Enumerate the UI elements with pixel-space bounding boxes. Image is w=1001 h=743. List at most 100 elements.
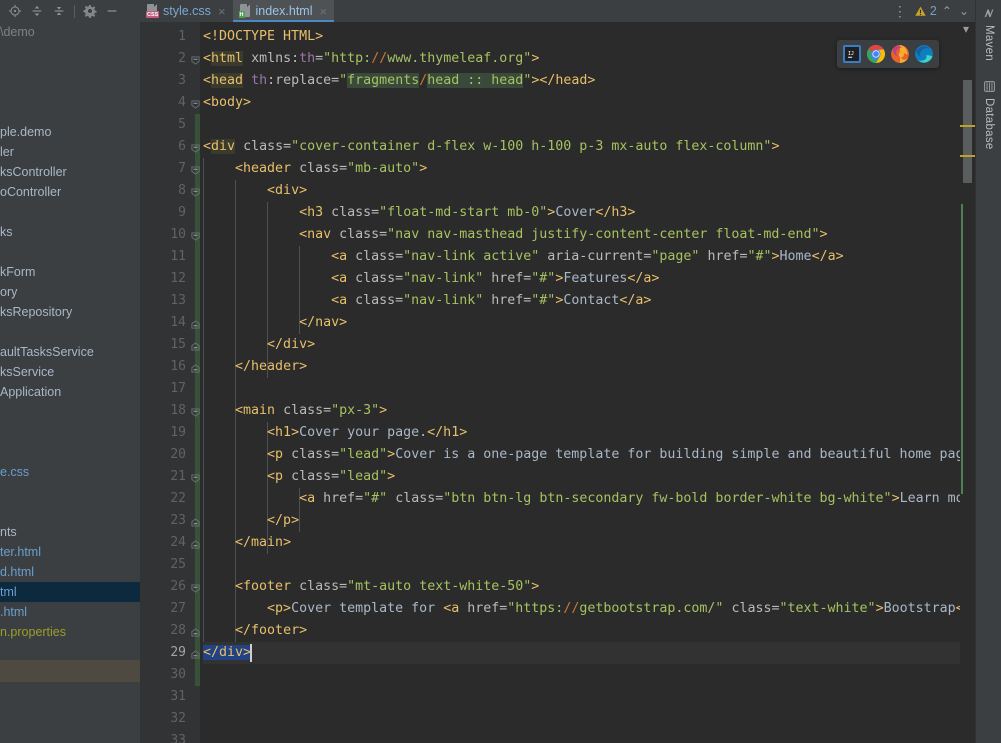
editor-scrollbar[interactable]: ▾ <box>960 22 975 743</box>
tree-item[interactable]: Application <box>0 382 140 402</box>
tree-item-selected[interactable]: tml <box>0 582 140 602</box>
fold-collapse-icon[interactable] <box>191 142 200 153</box>
tree-item[interactable]: aultTasksService <box>0 342 140 362</box>
code-line[interactable]: </p> <box>203 510 975 532</box>
tree-item[interactable]: .html <box>0 602 140 622</box>
code-line[interactable]: <header class="mb-auto"> <box>203 158 975 180</box>
code-line[interactable]: <a class="nav-link active" aria-current=… <box>203 246 975 268</box>
fold-end-icon[interactable] <box>191 362 200 373</box>
tree-item[interactable]: ter.html <box>0 542 140 562</box>
fold-collapse-icon[interactable] <box>191 406 200 417</box>
fold-end-icon[interactable] <box>191 318 200 329</box>
tree-item[interactable]: oController <box>0 182 140 202</box>
line-number: 5 <box>178 117 186 132</box>
code-line[interactable]: <head th:replace="fragments/head :: head… <box>203 70 975 92</box>
code-line[interactable] <box>203 378 975 400</box>
editor-tab-close-icon[interactable]: × <box>320 5 328 18</box>
tree-item[interactable]: ler <box>0 142 140 162</box>
tree-item[interactable]: kForm <box>0 262 140 282</box>
inspection-warning-widget[interactable]: 2 <box>914 4 937 18</box>
tab-overflow-menu-icon[interactable]: ⋮ <box>889 3 911 20</box>
editor-tab-close-icon[interactable]: × <box>218 5 226 18</box>
line-number: 18 <box>170 403 186 418</box>
code-line[interactable]: </div> <box>203 334 975 356</box>
intellij-preview-icon[interactable]: IJ <box>843 45 861 63</box>
tree-item-label: d.html <box>0 565 35 579</box>
tree-item[interactable]: \demo <box>0 22 140 42</box>
code-line[interactable]: <main class="px-3"> <box>203 400 975 422</box>
code-line[interactable]: <footer class="mt-auto text-white-50"> <box>203 576 975 598</box>
fold-collapse-icon[interactable] <box>191 164 200 175</box>
code-line[interactable]: <p class="lead">Cover is a one-page temp… <box>203 444 975 466</box>
tree-item[interactable]: ory <box>0 282 140 302</box>
warning-marker[interactable] <box>960 155 975 157</box>
code-line[interactable]: <a href="#" class="btn btn-lg btn-second… <box>203 488 975 510</box>
hide-panel-icon[interactable] <box>101 1 123 21</box>
code-line[interactable] <box>203 708 975 730</box>
tree-item[interactable]: nts <box>0 522 140 542</box>
code-line[interactable]: <h3 class="float-md-start mb-0">Cover</h… <box>203 202 975 224</box>
editor-tab-style-css[interactable]: CSS style.css × <box>140 0 233 22</box>
prev-problem-icon[interactable]: ⌃ <box>940 4 954 18</box>
tool-tab-maven[interactable]: Maven <box>976 0 1001 71</box>
code-line[interactable]: <p>Cover template for <a href="https://g… <box>203 598 975 620</box>
code-line[interactable]: </main> <box>203 532 975 554</box>
fold-end-icon[interactable] <box>191 340 200 351</box>
firefox-browser-icon[interactable] <box>891 45 909 63</box>
code-line[interactable]: <h1>Cover your page.</h1> <box>203 422 975 444</box>
code-line[interactable]: <a class="nav-link" href="#">Features</a… <box>203 268 975 290</box>
tree-item[interactable]: n.properties <box>0 622 140 642</box>
settings-gear-icon[interactable] <box>79 1 101 21</box>
tree-item[interactable]: ks <box>0 222 140 242</box>
project-file-tree[interactable]: \demo ple.demo ler ksController oController k… <box>0 22 140 662</box>
line-number: 2 <box>178 51 186 66</box>
warning-marker[interactable] <box>960 125 975 127</box>
code-line[interactable]: </div> <box>203 642 975 664</box>
next-problem-icon[interactable]: ⌄ <box>957 4 971 18</box>
collapse-all-icon[interactable] <box>48 1 70 21</box>
code-line[interactable]: <nav class="nav nav-masthead justify-con… <box>203 224 975 246</box>
code-line[interactable] <box>203 554 975 576</box>
tool-tab-database[interactable]: Database <box>976 73 1001 160</box>
fold-end-icon[interactable] <box>191 648 200 659</box>
code-line[interactable] <box>203 686 975 708</box>
code-line[interactable] <box>203 730 975 743</box>
chrome-browser-icon[interactable] <box>867 45 885 63</box>
line-number: 6 <box>178 139 186 154</box>
project-panel-toolbar <box>0 0 140 22</box>
code-line[interactable]: </nav> <box>203 312 975 334</box>
edge-browser-icon[interactable] <box>915 45 933 63</box>
code-line[interactable]: <p class="lead"> <box>203 466 975 488</box>
tree-item[interactable]: ksController <box>0 162 140 182</box>
tree-item[interactable]: ksService <box>0 362 140 382</box>
fold-collapse-icon[interactable] <box>191 186 200 197</box>
code-line[interactable]: <a class="nav-link" href="#">Contact</a> <box>203 290 975 312</box>
scrollbar-next-chevron[interactable]: ▾ <box>961 22 971 36</box>
tree-item[interactable]: e.css <box>0 462 140 482</box>
editor-text-area[interactable]: <!DOCTYPE HTML> <html xmlns:th="http://ww… <box>200 22 975 743</box>
fold-collapse-icon[interactable] <box>191 54 200 65</box>
code-line[interactable]: </footer> <box>203 620 975 642</box>
tree-item[interactable]: d.html <box>0 562 140 582</box>
fold-collapse-icon[interactable] <box>191 98 200 109</box>
code-line[interactable]: <body> <box>203 92 975 114</box>
code-line[interactable]: </header> <box>203 356 975 378</box>
code-line[interactable] <box>203 114 975 136</box>
code-editor[interactable]: 1 2 3 4 5 6 7 8 9 10 11 12 13 14 15 16 17 18 19 20 21 22 23 24 2… <box>140 22 975 743</box>
code-line[interactable]: <div> <box>203 180 975 202</box>
editor-tab-index-html[interactable]: Hindex.html × <box>232 0 335 22</box>
line-number: 30 <box>170 667 186 682</box>
fold-collapse-icon[interactable] <box>191 582 200 593</box>
locate-target-icon[interactable] <box>4 1 26 21</box>
tree-item[interactable]: ple.demo <box>0 122 140 142</box>
fold-collapse-icon[interactable] <box>191 472 200 483</box>
scrollbar-thumb[interactable] <box>963 80 972 183</box>
fold-end-icon[interactable] <box>191 626 200 637</box>
code-line[interactable] <box>203 664 975 686</box>
code-line[interactable]: <div class="cover-container d-flex w-100… <box>203 136 975 158</box>
fold-end-icon[interactable] <box>191 538 200 549</box>
tree-item[interactable]: ksRepository <box>0 302 140 322</box>
fold-collapse-icon[interactable] <box>191 230 200 241</box>
fold-end-icon[interactable] <box>191 516 200 527</box>
expand-all-icon[interactable] <box>26 1 48 21</box>
